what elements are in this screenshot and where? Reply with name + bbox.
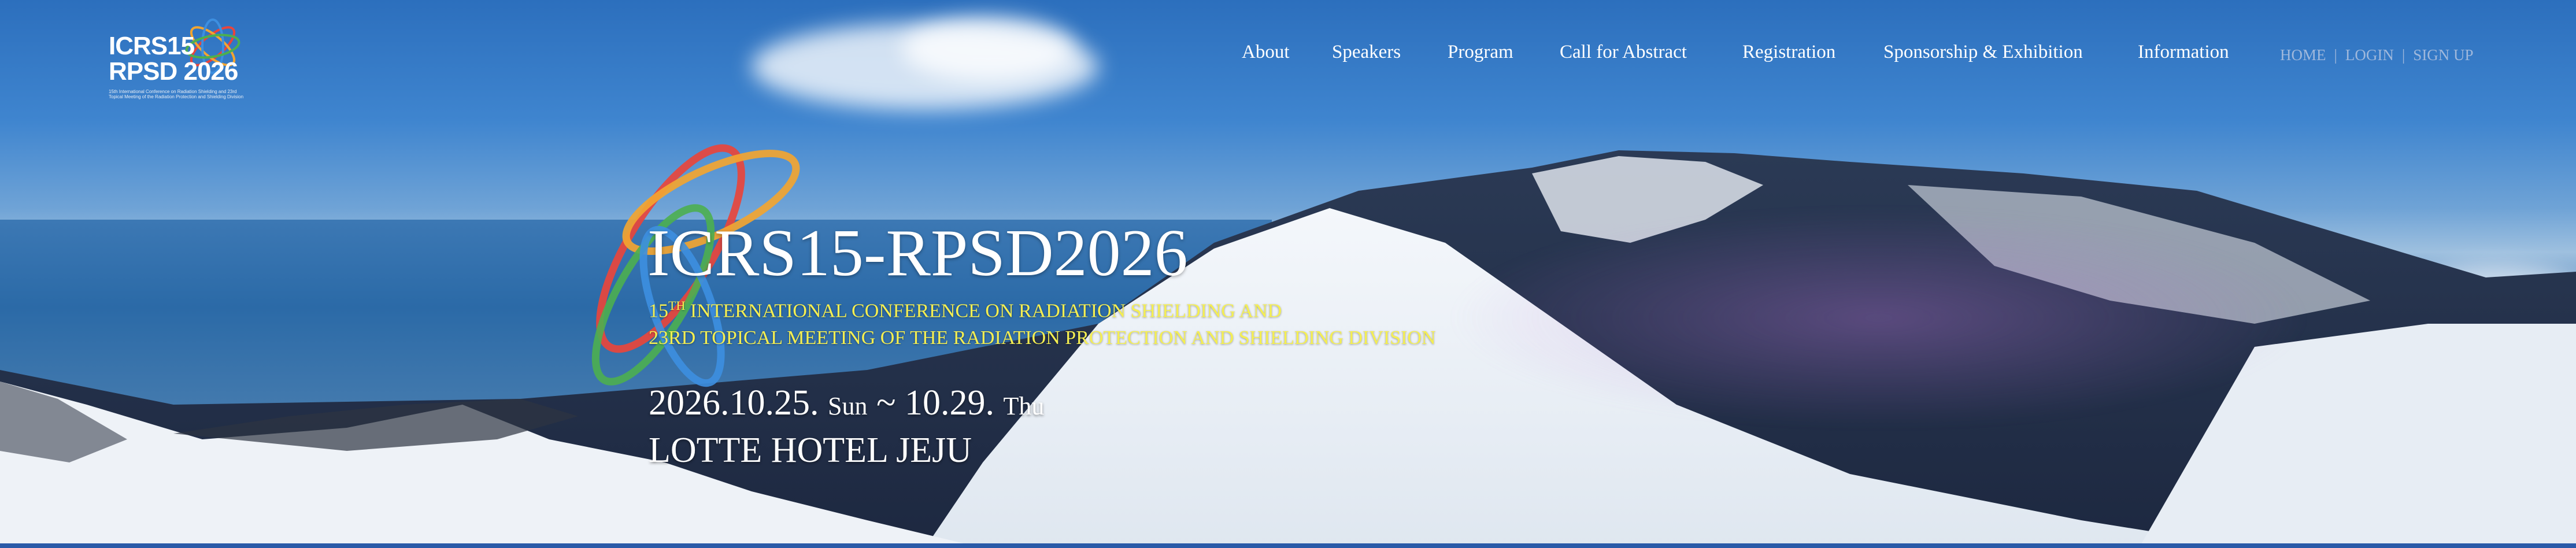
date-separator: ~: [876, 383, 896, 423]
hero-subtitle-line-1: 15TH INTERNATIONAL CONFERENCE ON RADIATI…: [649, 298, 1282, 322]
nav-call-for-abstract[interactable]: Call for Abstract: [1560, 42, 1687, 63]
nav-about[interactable]: About: [1242, 42, 1290, 63]
utility-links: HOME | LOGIN | SIGN UP: [2280, 46, 2474, 64]
hero-subtitle-line-2: 23RD TOPICAL MEETING OF THE RADIATION PR…: [649, 327, 1436, 349]
subtitle-rest: INTERNATIONAL CONFERENCE ON RADIATION SH…: [685, 300, 1282, 322]
site-logo[interactable]: ICRS15 RPSD 2026 15th International Conf…: [109, 17, 247, 99]
glow-effect: [1445, 208, 2312, 428]
separator: |: [2401, 46, 2405, 64]
nav-registration[interactable]: Registration: [1742, 42, 1835, 63]
login-link[interactable]: LOGIN: [2345, 46, 2394, 64]
logo-line-2: RPSD 2026: [109, 57, 238, 86]
nav-program[interactable]: Program: [1448, 42, 1513, 63]
subtitle-number: 15: [649, 300, 668, 322]
hero-background: [0, 0, 2576, 548]
logo-line-1: ICRS15: [109, 32, 195, 60]
separator: |: [2334, 46, 2337, 64]
date-start-day: Sun: [828, 392, 868, 420]
date-end: 10.29.: [905, 383, 995, 423]
bottom-bar: [0, 543, 2576, 548]
nav-speakers[interactable]: Speakers: [1332, 42, 1401, 63]
logo-fine-print: 15th International Conference on Radiati…: [109, 89, 244, 99]
date-end-day: Thu: [1003, 392, 1045, 420]
home-link[interactable]: HOME: [2280, 46, 2326, 64]
nav-sponsorship-exhibition[interactable]: Sponsorship & Exhibition: [1883, 42, 2083, 63]
subtitle-superscript: TH: [668, 298, 686, 313]
signup-link[interactable]: SIGN UP: [2413, 46, 2473, 64]
event-date: 2026.10.25. Sun ~ 10.29. Thu: [649, 383, 1044, 424]
hero-title: ICRS15-RPSD2026: [647, 216, 1188, 290]
nav-information[interactable]: Information: [2138, 42, 2229, 63]
date-start: 2026.10.25.: [649, 383, 819, 423]
event-venue: LOTTE HOTEL JEJU: [649, 431, 972, 470]
